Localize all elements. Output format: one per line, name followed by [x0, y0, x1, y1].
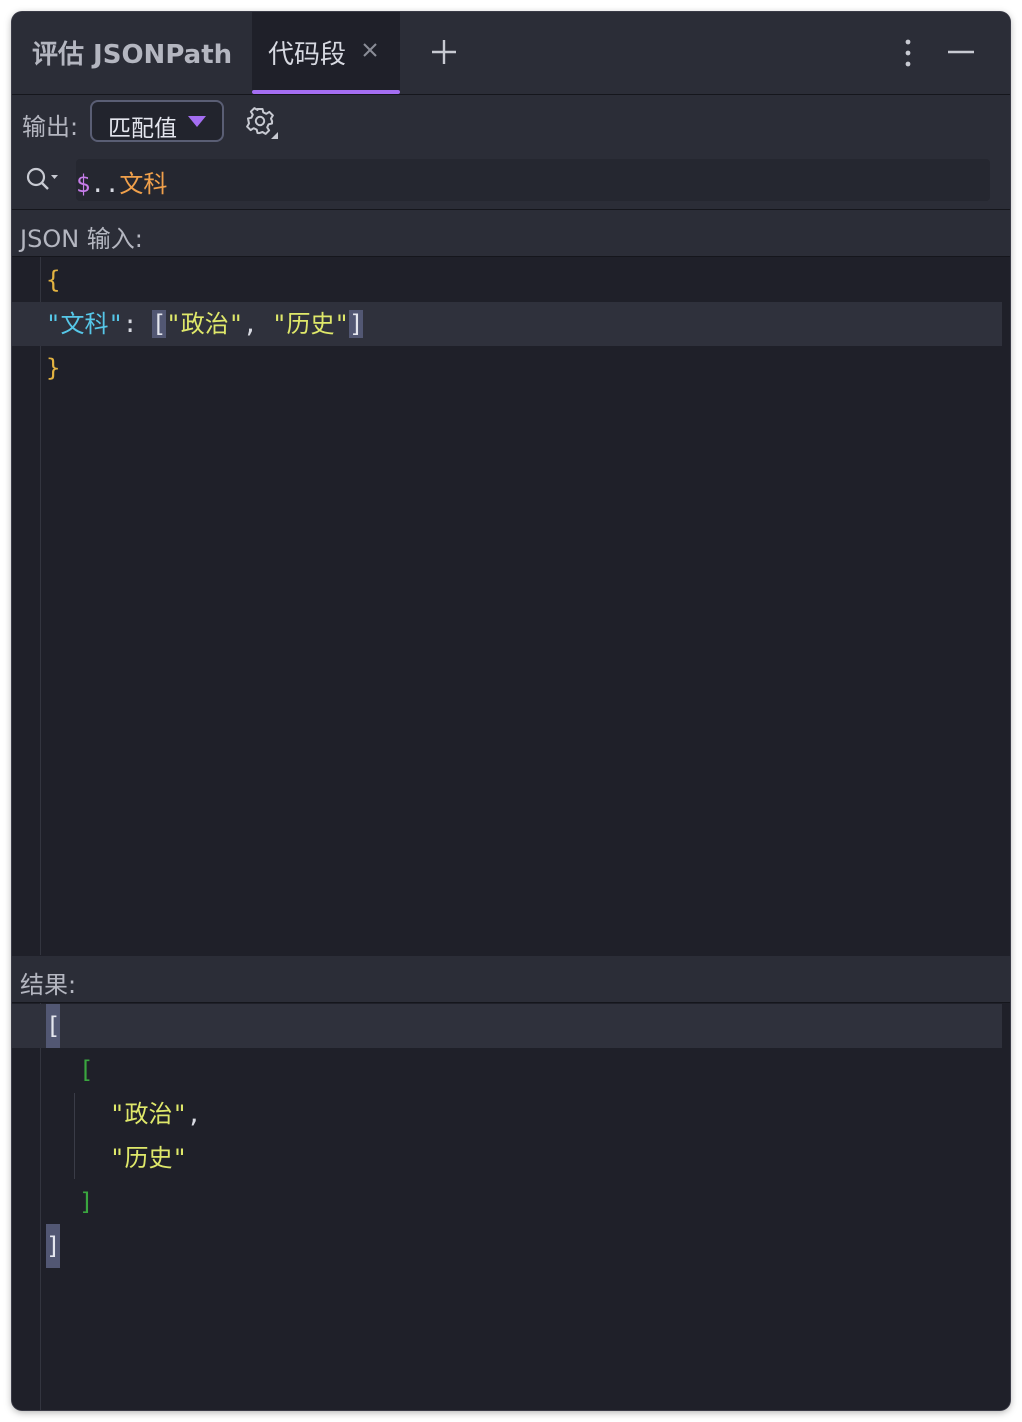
tool-window-title: 评估 JSONPath [32, 40, 233, 70]
result-line-3: "政治", [12, 1092, 1002, 1136]
jsonpath-query-input[interactable]: $..文科 [76, 159, 990, 201]
tab-snippet[interactable]: 代码段 [252, 12, 400, 94]
result-value-1: "政治" [110, 1100, 187, 1128]
jsonpath-tool-window: 评估 JSONPath 代码段 输出: 匹配值 $..文科 JSON 输入: {… [12, 12, 1010, 1410]
result-line-3-text: "政治", [110, 1092, 201, 1136]
json-value-1: "政治" [166, 310, 244, 338]
output-label: 输出: [22, 113, 79, 141]
json-key: "文科" [46, 310, 123, 338]
json-input-header: JSON 输入: [12, 210, 1010, 257]
json-colon: : [122, 310, 152, 338]
tab-snippet-label: 代码段 [268, 40, 347, 70]
open-brace: { [46, 266, 61, 294]
result-outer-close: ] [46, 1224, 61, 1268]
json-input-label: JSON 输入: [20, 225, 143, 253]
add-tab-icon[interactable] [430, 38, 458, 66]
result-comma: , [186, 1100, 202, 1128]
result-line-4: "历史" [12, 1136, 1002, 1180]
result-line-5: ] [12, 1180, 1002, 1224]
code-line-2-text: "文科": ["政治", "历史"] [46, 302, 364, 346]
output-mode-value: 匹配值 [108, 116, 177, 142]
result-line-6: ] [12, 1224, 1002, 1268]
result-line-1: [ [12, 1004, 1002, 1048]
query-key: 文科 [119, 170, 168, 198]
json-input-editor[interactable]: { "文科": ["政治", "历史"] } [12, 257, 1010, 955]
jsonpath-query-text: $..文科 [76, 164, 167, 199]
search-icon[interactable] [24, 165, 60, 195]
query-root: $ [76, 170, 91, 198]
close-icon[interactable] [360, 40, 380, 60]
query-descendant: .. [90, 170, 120, 198]
tab-bar: 评估 JSONPath 代码段 [12, 12, 1010, 95]
more-options-icon[interactable] [898, 38, 918, 68]
jsonpath-query-row: $..文科 [12, 151, 1010, 210]
result-header: 结果: [12, 956, 1010, 1003]
json-open-bracket: [ [151, 310, 167, 338]
gear-icon[interactable] [244, 105, 280, 141]
minimize-icon[interactable] [946, 38, 976, 68]
code-line-1: { [12, 258, 1002, 302]
active-tab-indicator [252, 90, 400, 94]
result-line-2: [ [12, 1048, 1002, 1092]
json-value-2: "历史" [272, 310, 349, 338]
result-inner-close: ] [79, 1188, 94, 1216]
result-inner-open: [ [79, 1056, 94, 1084]
result-label: 结果: [20, 971, 77, 999]
json-close-bracket: ] [348, 310, 364, 338]
json-comma: , [243, 310, 273, 338]
code-line-2: "文科": ["政治", "历史"] [12, 302, 1002, 346]
result-outer-open: [ [46, 1004, 61, 1048]
caret-down-icon [188, 116, 206, 127]
output-mode-dropdown[interactable]: 匹配值 [90, 100, 224, 142]
code-line-3: } [12, 346, 1002, 390]
result-value-2: "历史" [110, 1144, 187, 1172]
output-toolbar: 输出: 匹配值 [12, 95, 1010, 151]
result-editor[interactable]: [ [ "政治", "历史" ] ] [12, 1003, 1010, 1410]
close-brace: } [46, 354, 61, 382]
